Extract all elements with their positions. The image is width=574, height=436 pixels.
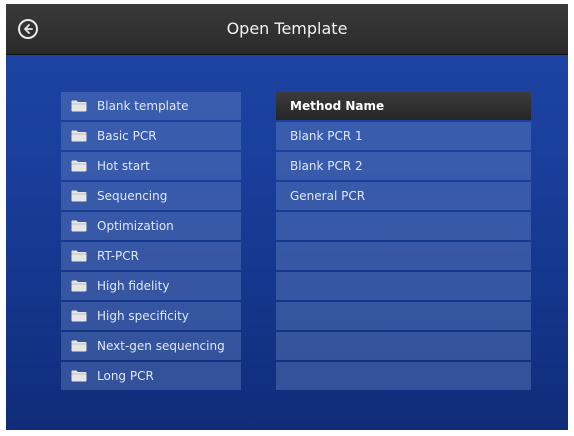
folder-item[interactable]: Blank template (61, 92, 241, 120)
folder-item[interactable]: Optimization (61, 212, 241, 240)
folder-label: Next-gen sequencing (97, 339, 225, 353)
folder-icon (71, 190, 87, 202)
method-row[interactable]: Blank PCR 1 (276, 122, 531, 150)
method-table: Method Name Blank PCR 1 Blank PCR 2 Genera… (276, 92, 531, 392)
folder-item[interactable]: Basic PCR (61, 122, 241, 150)
folder-label: RT-PCR (97, 249, 139, 263)
folder-icon (71, 100, 87, 112)
open-template-screen: Open Template Blank template Basic PCR Hot… (6, 4, 568, 430)
method-row[interactable]: Blank PCR 2 (276, 152, 531, 180)
folder-item[interactable]: RT-PCR (61, 242, 241, 270)
method-row[interactable] (276, 362, 531, 390)
folder-label: High specificity (97, 309, 189, 323)
folder-item[interactable]: Long PCR (61, 362, 241, 390)
folder-label: Blank template (97, 99, 189, 113)
folder-label: Sequencing (97, 189, 168, 203)
folder-item[interactable]: High specificity (61, 302, 241, 330)
folder-item[interactable]: Sequencing (61, 182, 241, 210)
title-bar: Open Template (6, 4, 568, 55)
folder-icon (71, 310, 87, 322)
template-folder-list: Blank template Basic PCR Hot start Sequenci… (61, 92, 241, 392)
method-row[interactable] (276, 242, 531, 270)
folder-icon (71, 370, 87, 382)
folder-icon (71, 340, 87, 352)
folder-item[interactable]: Hot start (61, 152, 241, 180)
method-row[interactable] (276, 332, 531, 360)
method-row[interactable] (276, 272, 531, 300)
method-name-header: Method Name (276, 92, 531, 120)
folder-label: Long PCR (97, 369, 154, 383)
folder-label: Optimization (97, 219, 174, 233)
folder-icon (71, 220, 87, 232)
folder-label: High fidelity (97, 279, 170, 293)
folder-item[interactable]: Next-gen sequencing (61, 332, 241, 360)
folder-icon (71, 130, 87, 142)
folder-icon (71, 160, 87, 172)
folder-label: Basic PCR (97, 129, 157, 143)
folder-item[interactable]: High fidelity (61, 272, 241, 300)
method-row[interactable]: General PCR (276, 182, 531, 210)
folder-icon (71, 280, 87, 292)
method-row[interactable] (276, 302, 531, 330)
method-row[interactable] (276, 212, 531, 240)
page-title: Open Template (226, 19, 348, 38)
folder-label: Hot start (97, 159, 150, 173)
folder-icon (71, 250, 87, 262)
